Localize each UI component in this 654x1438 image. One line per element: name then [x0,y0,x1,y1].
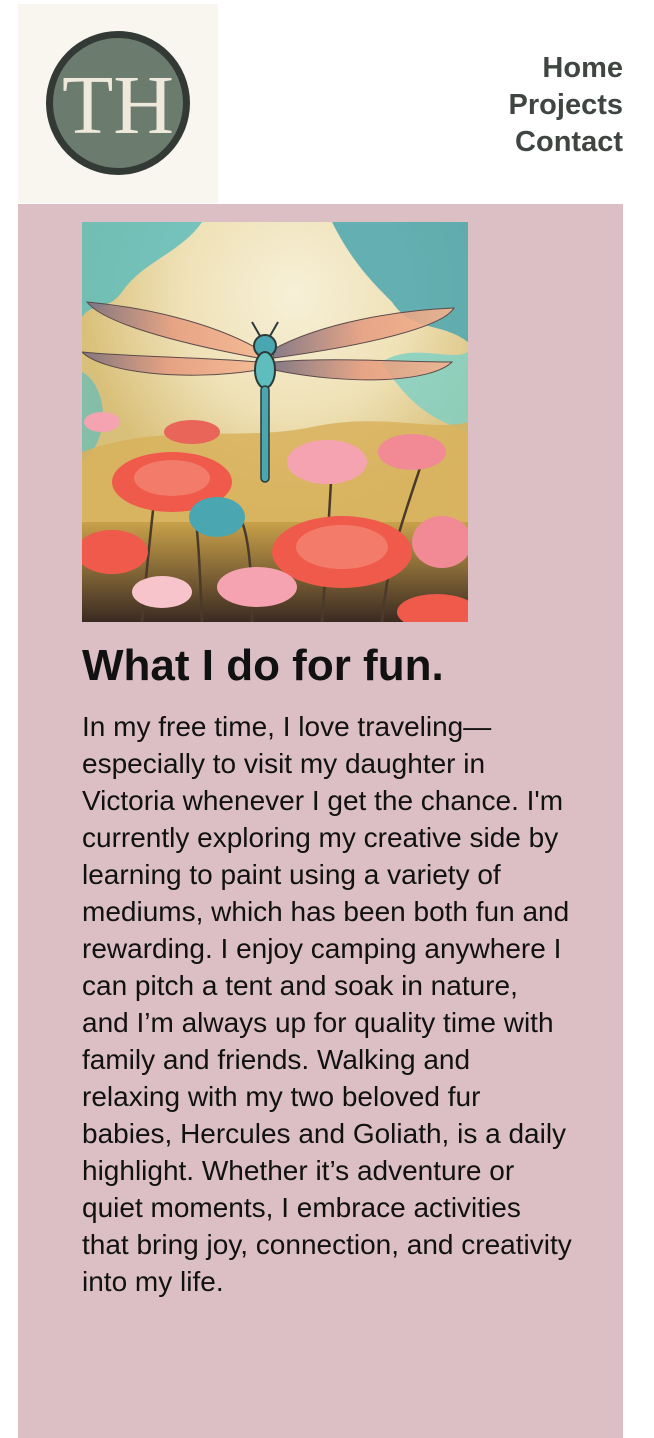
nav-projects-link[interactable]: Projects [509,87,623,124]
nav-contact-link[interactable]: Contact [509,124,623,161]
site-header: TH Home Projects Contact [0,0,654,204]
section-paragraph: In my free time, I love traveling—especi… [82,711,572,1297]
logo-monogram: TH [62,59,174,152]
nav-home-link[interactable]: Home [509,50,623,87]
dragonfly-painting-image [82,222,468,622]
monogram-logo-icon: TH [46,31,190,175]
main-nav: Home Projects Contact [509,50,623,161]
logo[interactable]: TH [18,4,218,203]
fun-section: What I do for fun. In my free time, I lo… [18,204,623,1438]
section-heading: What I do for fun. [82,641,444,690]
